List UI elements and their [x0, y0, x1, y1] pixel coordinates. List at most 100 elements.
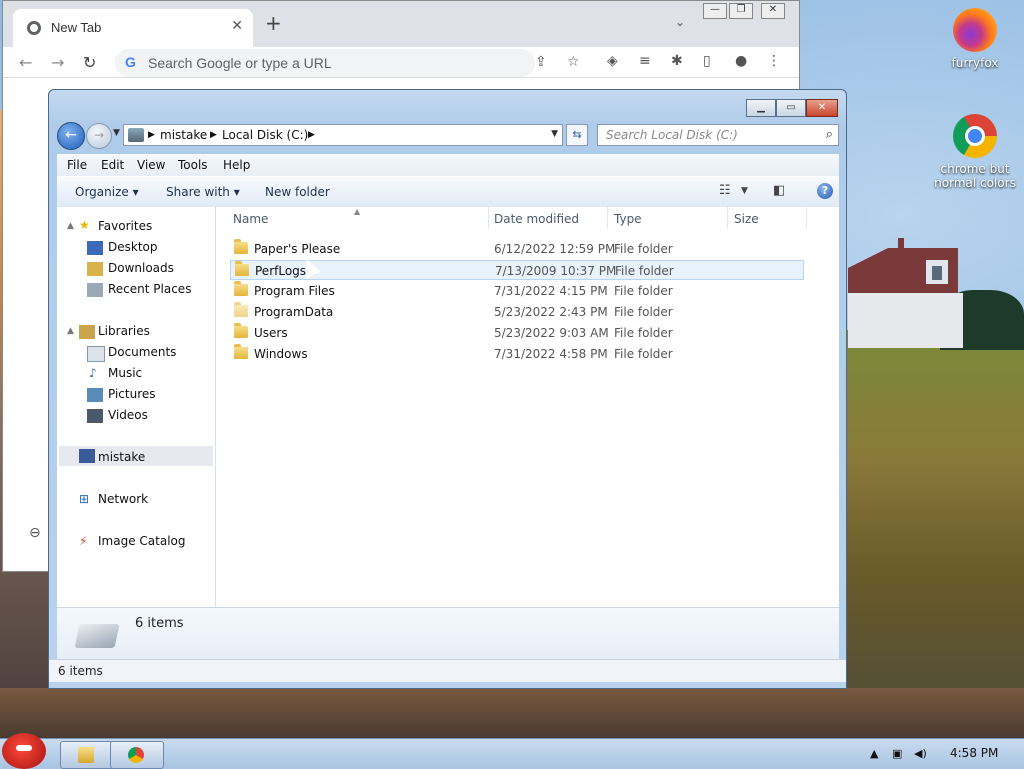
network-tray-icon[interactable]: ▣ [892, 747, 902, 760]
folder-icon [234, 302, 248, 317]
maximize-button[interactable]: ▭ [776, 99, 806, 117]
column-separator[interactable] [727, 207, 728, 229]
breadcrumb-separator-icon[interactable]: ▶ [210, 130, 217, 140]
new-folder-button[interactable]: New folder [265, 185, 330, 199]
nav-computer-mistake[interactable]: mistake [98, 448, 145, 466]
taskbar-explorer-button[interactable] [60, 741, 114, 769]
drive-icon [74, 624, 120, 648]
start-button[interactable] [2, 733, 46, 769]
menu-help[interactable]: Help [223, 158, 250, 172]
libraries-expand-icon[interactable]: ▲ [67, 322, 74, 340]
breadcrumb-separator-icon[interactable]: ▶ [308, 130, 315, 140]
address-bar[interactable]: ▶ mistake ▶ Local Disk (C:) ▶ ▼ [123, 124, 563, 146]
nav-pictures[interactable]: Pictures [108, 385, 156, 403]
chrome-close-button[interactable]: ✕ [761, 3, 785, 19]
back-button[interactable]: ← [57, 122, 85, 150]
side-panel-icon[interactable]: ▯ [703, 53, 711, 69]
explorer-icon [78, 747, 94, 763]
omnibox[interactable]: G Search Google or type a URL ⇪ ☆ [115, 49, 580, 77]
column-separator[interactable] [488, 207, 489, 229]
column-date-modified[interactable]: Date modified [494, 212, 579, 230]
help-icon[interactable]: ? [817, 183, 833, 199]
link-icon[interactable]: ⊖ [29, 525, 41, 541]
desktop-icon-chrome[interactable]: chrome but normal colors [930, 114, 1020, 190]
extensions-puzzle-icon[interactable]: ✱ [671, 53, 683, 69]
share-with-button[interactable]: Share with ▾ [166, 185, 240, 199]
computer-icon [128, 128, 144, 142]
close-tab-icon[interactable]: ✕ [231, 18, 243, 34]
volume-icon[interactable]: ◀) [914, 747, 927, 760]
menu-tools[interactable]: Tools [178, 158, 208, 172]
forward-button[interactable]: → [86, 123, 112, 149]
nav-downloads[interactable]: Downloads [108, 259, 174, 277]
taskbar-chrome-button[interactable] [110, 741, 164, 769]
folder-icon [234, 323, 248, 338]
desktop-icon-furryfox[interactable]: furryfox [930, 8, 1020, 70]
profile-icon[interactable]: ● [735, 53, 747, 69]
file-name: Windows [254, 347, 308, 361]
clock[interactable]: 4:58 PM [950, 746, 998, 760]
search-icon[interactable]: ⌕ [826, 127, 833, 142]
ublock-icon[interactable]: ◈ [607, 53, 618, 69]
organize-label: Organize [75, 185, 129, 199]
reload-icon[interactable]: ↻ [83, 53, 96, 72]
extension-flag-icon[interactable]: ≡ [639, 53, 651, 69]
refresh-button[interactable]: ⇆ [566, 124, 588, 146]
organize-button[interactable]: Organize ▾ [75, 185, 139, 199]
column-type[interactable]: Type [614, 212, 642, 230]
chrome-titlebar[interactable]: New Tab ✕ + ⌄ — ❐ ✕ [3, 1, 799, 47]
back-icon[interactable]: ← [19, 53, 32, 72]
column-name[interactable]: Name [233, 212, 268, 230]
window-controls: ▁ ▭ ✕ [746, 99, 838, 117]
chrome-menu-icon[interactable]: ⋮ [767, 53, 781, 69]
nav-favorites[interactable]: Favorites [98, 217, 152, 235]
file-row[interactable]: Users 5/23/2022 9:03 AM File folder [230, 323, 804, 343]
file-row[interactable]: Paper's Please 6/12/2022 12:59 PM File f… [230, 239, 804, 259]
breadcrumb-separator-icon[interactable]: ▶ [148, 130, 155, 140]
search-input[interactable]: Search Local Disk (C:) ⌕ [597, 124, 839, 146]
chrome-tab[interactable]: New Tab ✕ [13, 9, 253, 47]
desktop-wallpaper-rocks [0, 688, 1024, 738]
breadcrumb-mistake[interactable]: mistake [160, 128, 207, 142]
forward-icon[interactable]: → [51, 53, 64, 72]
nav-desktop[interactable]: Desktop [108, 238, 158, 256]
file-date: 7/31/2022 4:58 PM [494, 347, 608, 361]
chrome-restore-button[interactable]: ❐ [729, 3, 753, 19]
minimize-button[interactable]: ▁ [746, 99, 776, 117]
show-hidden-icons-icon[interactable]: ▲ [870, 747, 878, 760]
bookmark-star-icon[interactable]: ☆ [567, 54, 580, 70]
file-row[interactable]: Windows 7/31/2022 4:58 PM File folder [230, 344, 804, 364]
address-dropdown-icon[interactable]: ▼ [551, 129, 558, 139]
column-separator[interactable] [806, 207, 807, 229]
explorer-window[interactable]: ▁ ▭ ✕ ← → ▼ ▶ mistake ▶ Local Disk (C:) … [48, 89, 847, 689]
nav-libraries[interactable]: Libraries [98, 322, 150, 340]
new-tab-button[interactable]: + [265, 13, 282, 33]
file-row[interactable]: Program Files 7/31/2022 4:15 PM File fol… [230, 281, 804, 301]
share-icon[interactable]: ⇪ [535, 54, 547, 70]
menu-file[interactable]: File [67, 158, 87, 172]
tab-search-chevron-icon[interactable]: ⌄ [675, 15, 685, 29]
chrome-minimize-button[interactable]: — [703, 3, 727, 19]
libraries-icon [79, 325, 95, 339]
google-icon: G [125, 54, 136, 70]
folder-icon [235, 261, 249, 276]
nav-recent-places[interactable]: Recent Places [108, 280, 191, 298]
breadcrumb-local-disk[interactable]: Local Disk (C:) [222, 128, 308, 142]
details-pane: 6 items [57, 607, 839, 660]
file-row[interactable]: ProgramData 5/23/2022 2:43 PM File folde… [230, 302, 804, 322]
nav-documents[interactable]: Documents [108, 343, 176, 361]
close-button[interactable]: ✕ [806, 99, 838, 117]
recent-pages-chevron-icon[interactable]: ▼ [113, 128, 120, 138]
column-size[interactable]: Size [734, 212, 759, 230]
menu-edit[interactable]: Edit [101, 158, 124, 172]
change-view-icon[interactable]: ☷ [719, 183, 731, 198]
view-options-chevron-icon[interactable]: ▼ [741, 186, 748, 196]
column-separator[interactable] [607, 207, 608, 229]
nav-image-catalog[interactable]: Image Catalog [98, 532, 185, 550]
nav-network[interactable]: Network [98, 490, 148, 508]
favorites-expand-icon[interactable]: ▲ [67, 217, 74, 235]
nav-videos[interactable]: Videos [108, 406, 148, 424]
nav-music[interactable]: Music [108, 364, 142, 382]
preview-pane-icon[interactable]: ◧ [773, 183, 785, 198]
menu-view[interactable]: View [137, 158, 165, 172]
